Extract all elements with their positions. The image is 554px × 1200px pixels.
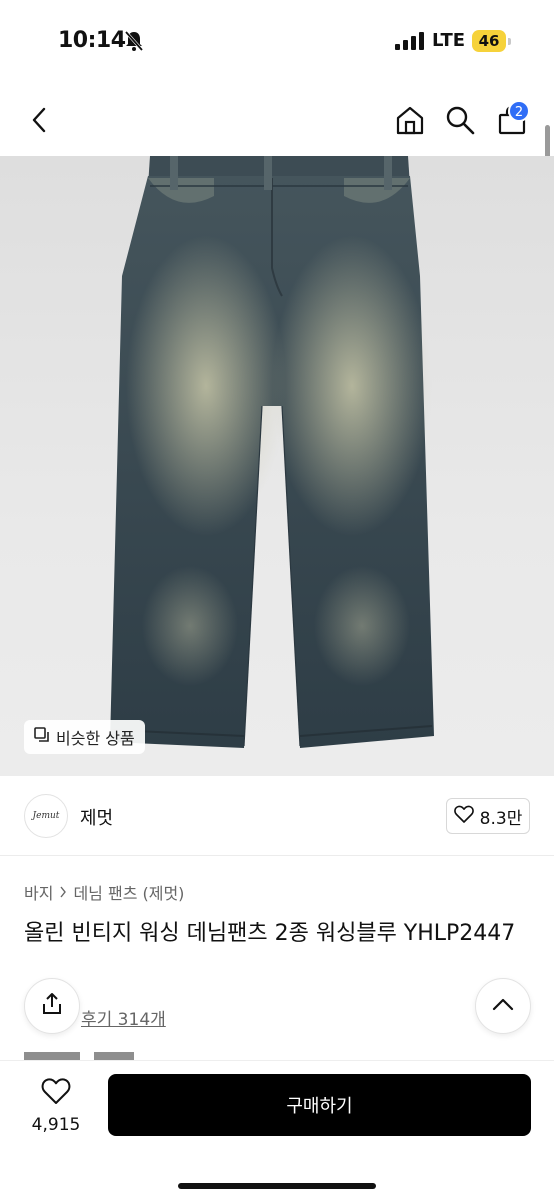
wishlist-button[interactable]: 4,915 [24,1077,88,1137]
brand-name[interactable]: 제멋 [80,804,113,830]
bottom-action-bar: 4,915 구매하기 [0,1060,554,1200]
cart-count-badge: 2 [508,100,530,122]
product-image[interactable]: 비슷한 상품 [0,156,554,776]
breadcrumb-item-pants[interactable]: 바지 [24,880,53,904]
brand-row: Jemut 제멋 8.3만 [0,776,554,856]
chevron-right-icon [59,883,67,902]
home-indicator[interactable] [178,1183,376,1189]
brand-logo[interactable]: Jemut [24,794,68,838]
brand-like-button[interactable]: 8.3만 [446,798,530,834]
review-link[interactable]: 후기 314개 [81,1005,166,1030]
status-bar: 10:14 LTE 46 [0,0,554,84]
heart-icon [453,805,474,828]
similar-products-label: 비슷한 상품 [56,729,135,748]
signal-icon [395,32,425,50]
brand-likes-count: 8.3만 [479,808,523,829]
jeans-illustration [110,156,434,748]
buy-button[interactable]: 구매하기 [108,1074,531,1136]
status-time: 10:14 [58,28,126,53]
breadcrumb-item-denim[interactable]: 데님 팬츠 (제멋) [73,880,184,904]
heart-icon [41,1077,71,1109]
search-icon[interactable] [442,102,478,138]
chevron-left-icon[interactable] [22,102,58,138]
thumbnail-strip-item[interactable] [24,1052,80,1060]
similar-products-button[interactable]: 비슷한 상품 [24,720,145,754]
share-button[interactable] [24,978,80,1034]
wish-count: 4,915 [31,1115,81,1135]
share-icon [40,992,64,1020]
battery-indicator: 46 [472,30,506,52]
scroll-to-top-button[interactable] [475,978,531,1034]
chevron-up-icon [491,996,515,1016]
breadcrumb: 바지 데님 팬츠 (제멋) [24,880,184,904]
bell-slash-icon [124,30,144,52]
battery-cap [508,38,511,45]
nav-bar [0,84,554,156]
network-label: LTE [432,30,466,51]
copy-icon [34,727,50,747]
thumbnail-strip-item[interactable] [94,1052,134,1060]
product-title: 올린 빈티지 워싱 데님팬츠 2종 워싱블루 YHLP2447 [24,921,516,946]
brand-logo-text: Jemut [32,811,60,821]
home-icon[interactable] [392,102,428,138]
